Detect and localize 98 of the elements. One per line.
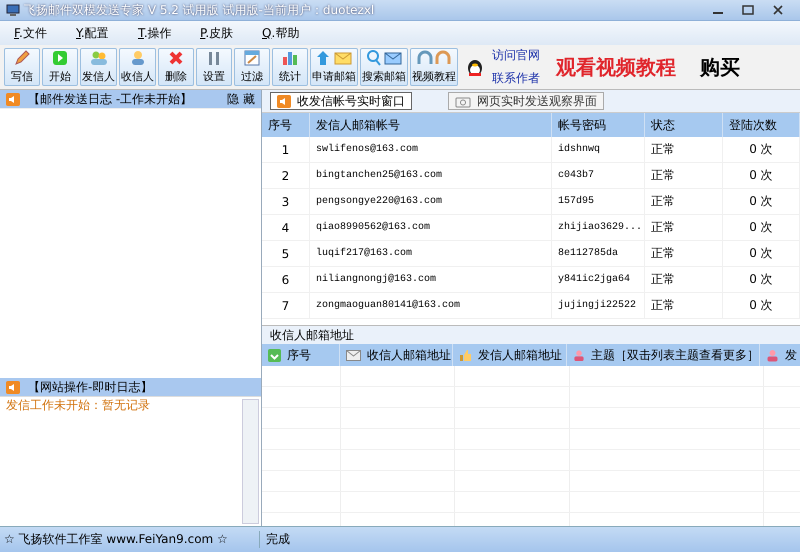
table-cell: niliangnongj@163.com [316, 274, 436, 285]
promo-link[interactable]: 观看视频教程 [556, 54, 676, 80]
table-cell: 正常 [651, 141, 675, 158]
arrow-envelope-icon [316, 50, 352, 66]
envelope-icon [346, 350, 361, 360]
table-cell: 3 [282, 194, 290, 208]
table-cell: 8e112785da [558, 248, 618, 259]
table-cell: 2 [282, 168, 290, 182]
table-cell: 0 次 [749, 219, 773, 236]
bar-chart-icon [282, 50, 298, 66]
table-cell: 正常 [651, 245, 675, 262]
table-cell: 正常 [651, 219, 675, 236]
users-icon [88, 50, 108, 66]
toolbar-button[interactable]: 过滤 [234, 48, 270, 86]
toolbar-button[interactable]: 申请邮箱 [310, 48, 358, 86]
table-cell: 0 次 [749, 245, 773, 262]
toolbar-button[interactable]: 视频教程 [410, 48, 458, 86]
table-cell: zongmaoguan80141@163.com [316, 300, 460, 311]
status-text: 完成 [265, 531, 290, 548]
toolbar-button[interactable]: 删除 [158, 48, 194, 86]
log-text: 发信工作未开始：暂无记录 [5, 397, 150, 414]
toolbar-button[interactable]: 发信人 [80, 48, 117, 86]
speaker-icon [277, 94, 291, 108]
column-header[interactable]: 发信人邮箱地址 [453, 344, 567, 366]
table-cell: y841ic2jga64 [558, 274, 630, 285]
thumbs-up-icon [459, 348, 472, 362]
window-title: 飞扬邮件双模发送专家 V 5.2 试用版 试用版-当前用户：duotezxl [24, 2, 374, 18]
toolbar-button[interactable]: 统计 [272, 48, 308, 86]
tab[interactable]: 网页实时发送观察界面 [448, 92, 604, 110]
link[interactable]: 访问官网 [492, 47, 540, 64]
column-header[interactable]: 序号 [262, 113, 310, 137]
user-icon [573, 348, 585, 362]
table-cell: c043b7 [558, 170, 594, 181]
download-icon [268, 348, 281, 362]
table-cell: 6 [282, 272, 290, 286]
table-cell: 0 次 [749, 167, 773, 184]
speaker-icon [6, 380, 20, 394]
table-cell: 0 次 [749, 297, 773, 314]
toolbar-button[interactable]: 搜索邮箱 [360, 48, 408, 86]
pencil-icon [13, 50, 31, 66]
column-header[interactable]: 收信人邮箱地址 [340, 344, 453, 366]
table-cell: 4 [282, 220, 290, 234]
menu-item[interactable]: F.文件 [14, 24, 76, 42]
table-cell: 157d95 [558, 196, 594, 207]
menu-item[interactable]: Q.帮助 [262, 24, 324, 42]
buy-link[interactable]: 购买 [700, 54, 740, 80]
table-cell: 1 [282, 142, 290, 156]
table-cell: 5 [282, 246, 290, 260]
menu-item[interactable]: T.操作 [138, 24, 200, 42]
close-icon[interactable] [772, 5, 784, 15]
camera-icon [455, 94, 471, 108]
table-cell: 0 次 [749, 141, 773, 158]
table-cell: luqif217@163.com [316, 248, 412, 259]
column-header[interactable]: 序号 [262, 344, 340, 366]
column-header[interactable]: 登陆次数 [723, 113, 800, 137]
toolbar-button[interactable]: 开始 [42, 48, 78, 86]
table-cell: 7 [282, 298, 290, 312]
toolbar-button[interactable]: 收信人 [119, 48, 156, 86]
user-icon [766, 348, 779, 362]
panel-title: 【邮件发送日志 -工作未开始】 [28, 90, 192, 108]
column-header[interactable]: 主题［双击列表主题查看更多］ [567, 344, 760, 366]
menu-item[interactable]: Y.配置 [76, 24, 138, 42]
table-cell: 正常 [651, 193, 675, 210]
toolbar-button[interactable]: 设置 [196, 48, 232, 86]
cross-icon [168, 50, 184, 66]
toolbar-button[interactable]: 写信 [4, 48, 40, 86]
column-header[interactable]: 发 [760, 344, 800, 366]
column-header[interactable]: 发信人邮箱帐号 [310, 113, 552, 137]
table-cell: 正常 [651, 297, 675, 314]
table-cell: idshnwq [558, 144, 600, 155]
menu-item[interactable]: P.皮肤 [200, 24, 262, 42]
table-cell: pengsongye220@163.com [316, 196, 442, 207]
panel-title: 【网站操作-即时日志】 [28, 378, 152, 396]
column-header[interactable]: 状态 [645, 113, 723, 137]
tab[interactable]: 收发信帐号实时窗口 [270, 92, 412, 110]
play-icon [52, 50, 68, 66]
section-title: 收信人邮箱地址 [270, 326, 354, 344]
table-cell: bingtanchen25@163.com [316, 170, 442, 181]
maximize-icon[interactable] [742, 5, 754, 15]
hide-link[interactable]: 隐 藏 [227, 90, 255, 108]
table-cell: 0 次 [749, 271, 773, 288]
monitor-icon [6, 4, 20, 16]
penguin-icon[interactable] [466, 57, 484, 77]
form-icon [244, 50, 260, 66]
search-envelope-icon [366, 50, 402, 66]
table-cell: qiao8990562@163.com [316, 222, 430, 233]
table-cell: jujingji22522 [558, 300, 636, 311]
table-cell: zhijiao3629... [558, 222, 642, 233]
table-cell: swlifenos@163.com [316, 144, 418, 155]
user-icon [130, 50, 146, 66]
speaker-icon [6, 92, 20, 106]
table-cell: 正常 [651, 271, 675, 288]
link[interactable]: 联系作者 [492, 70, 540, 87]
scrollbar[interactable] [242, 399, 259, 524]
table-cell: 正常 [651, 167, 675, 184]
status-text: ☆ 飞扬软件工作室 www.FeiYan9.com ☆ [0, 531, 260, 548]
column-header[interactable]: 帐号密码 [552, 113, 645, 137]
table-cell: 0 次 [749, 193, 773, 210]
